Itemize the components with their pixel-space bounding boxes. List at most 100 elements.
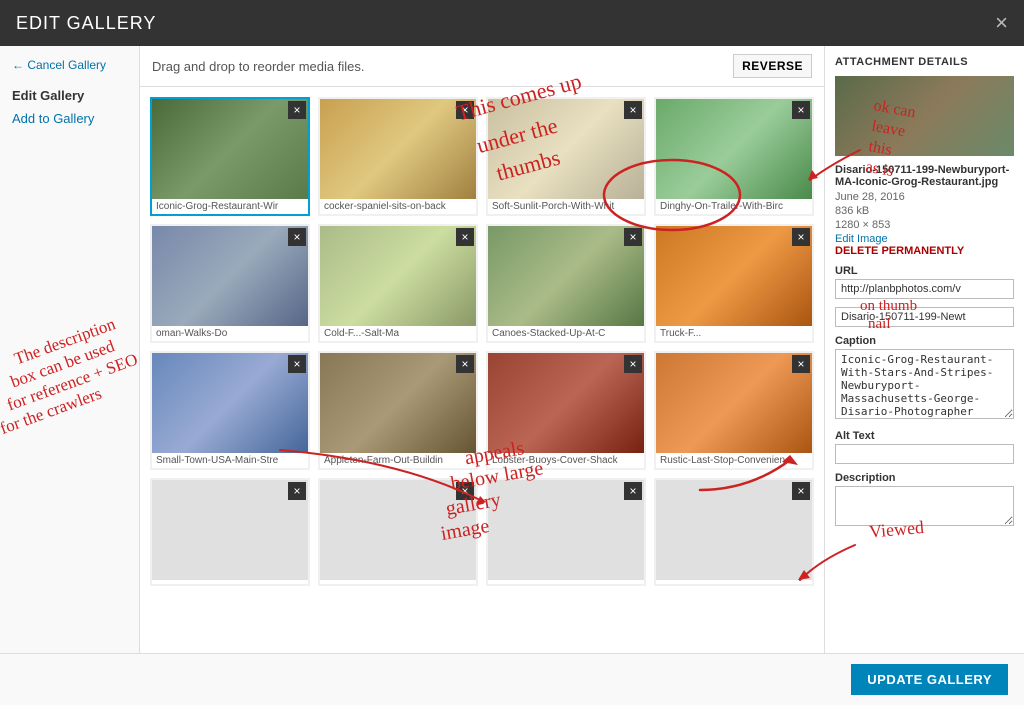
reverse-button[interactable]: REVERSE — [733, 54, 812, 78]
gallery-item-remove-button[interactable]: × — [456, 101, 474, 119]
gallery-item-label: Small-Town-USA-Main-Stre — [152, 453, 308, 468]
gallery-item-remove-button[interactable]: × — [288, 228, 306, 246]
gallery-item-remove-button[interactable]: × — [456, 228, 474, 246]
filename-input[interactable] — [835, 307, 1014, 327]
gallery-item-label: Lobster-Buoys-Cover-Shack — [488, 453, 644, 468]
modal-header: Edit Gallery × — [0, 0, 1024, 46]
delete-permanently-link[interactable]: DELETE PERMANENTLY — [835, 245, 1014, 257]
gallery-item-remove-button[interactable]: × — [792, 482, 810, 500]
gallery-item-remove-button[interactable]: × — [624, 228, 642, 246]
gallery-item-thumbnail — [656, 226, 812, 326]
alt-text-field: Alt Text — [835, 430, 1014, 464]
gallery-item[interactable]: × Iconic-Grog-Restaurant-Wir — [150, 97, 310, 216]
gallery-item[interactable]: × Rustic-Last-Stop-Convenien — [654, 351, 814, 470]
attachment-filesize: 836 kB — [835, 205, 1014, 217]
main-content: Drag and drop to reorder media files. RE… — [140, 46, 824, 653]
gallery-item-remove-button[interactable]: × — [624, 482, 642, 500]
caption-textarea[interactable]: Iconic-Grog-Restaurant-With-Stars-And-St… — [835, 349, 1014, 419]
gallery-item-thumbnail — [488, 353, 644, 453]
modal-overlay: Edit Gallery × ← Cancel Gallery Edit Gal… — [0, 0, 1024, 705]
caption-label: Caption — [835, 335, 1014, 347]
gallery-item-label: Iconic-Grog-Restaurant-Wir — [152, 199, 308, 214]
attachment-thumbnail — [835, 76, 1014, 156]
caption-field: Caption Iconic-Grog-Restaurant-With-Star… — [835, 335, 1014, 422]
gallery-item-thumbnail — [320, 226, 476, 326]
gallery-item[interactable]: × Cold-F...-Salt-Ma — [318, 224, 478, 343]
gallery-item-label: Dinghy-On-Trailer-With-Birc — [656, 199, 812, 214]
description-label: Description — [835, 472, 1014, 484]
cancel-gallery-link[interactable]: ← Cancel Gallery — [12, 58, 127, 72]
gallery-grid: × Iconic-Grog-Restaurant-Wir × cocker-spani… — [140, 87, 824, 653]
attachment-dimensions: 1280 × 853 — [835, 219, 1014, 231]
gallery-item[interactable]: × — [486, 478, 646, 586]
modal-body: ← Cancel Gallery Edit Gallery Add to Gal… — [0, 46, 1024, 653]
attachment-details-title: Attachment Details — [835, 56, 1014, 68]
filename-field — [835, 307, 1014, 327]
gallery-item-remove-button[interactable]: × — [456, 355, 474, 373]
gallery-item-thumbnail — [488, 226, 644, 326]
gallery-item-remove-button[interactable]: × — [456, 482, 474, 500]
url-label: URL — [835, 265, 1014, 277]
gallery-item-thumbnail — [320, 480, 476, 580]
gallery-item[interactable]: × cocker-spaniel-sits-on-back — [318, 97, 478, 216]
gallery-item-label — [152, 580, 308, 584]
modal-close-button[interactable]: × — [995, 12, 1008, 34]
gallery-item-thumbnail — [152, 99, 308, 199]
gallery-item-thumbnail — [488, 480, 644, 580]
attachment-filename: Disario-150711-199-Newburyport-MA-Iconic… — [835, 164, 1014, 188]
gallery-item-thumbnail — [152, 353, 308, 453]
gallery-item-remove-button[interactable]: × — [288, 355, 306, 373]
description-textarea[interactable] — [835, 486, 1014, 526]
sidebar: ← Cancel Gallery Edit Gallery Add to Gal… — [0, 46, 140, 653]
gallery-item-remove-button[interactable]: × — [624, 101, 642, 119]
gallery-item-remove-button[interactable]: × — [624, 355, 642, 373]
gallery-item-thumbnail — [488, 99, 644, 199]
modal-footer: UPDATE GALLERY — [0, 653, 1024, 705]
gallery-item-label — [656, 580, 812, 584]
sidebar-item-edit-gallery[interactable]: Edit Gallery — [12, 88, 127, 103]
gallery-item-remove-button[interactable]: × — [288, 101, 306, 119]
drag-instruction: Drag and drop to reorder media files. — [152, 59, 364, 74]
gallery-item-thumbnail — [320, 99, 476, 199]
gallery-item-thumbnail — [656, 353, 812, 453]
gallery-item-label — [488, 580, 644, 584]
description-field: Description — [835, 472, 1014, 529]
gallery-item[interactable]: × — [654, 478, 814, 586]
gallery-item-label: Soft-Sunlit-Porch-With-Whit — [488, 199, 644, 214]
url-input[interactable] — [835, 279, 1014, 299]
gallery-item-label: Cold-F...-Salt-Ma — [320, 326, 476, 341]
gallery-item-remove-button[interactable]: × — [792, 101, 810, 119]
alt-text-label: Alt Text — [835, 430, 1014, 442]
gallery-item-label: Appleton-Farm-Out-Buildin — [320, 453, 476, 468]
edit-gallery-modal: Edit Gallery × ← Cancel Gallery Edit Gal… — [0, 0, 1024, 705]
gallery-item[interactable]: × Lobster-Buoys-Cover-Shack — [486, 351, 646, 470]
gallery-item-label: Rustic-Last-Stop-Convenien — [656, 453, 812, 468]
gallery-item-thumbnail — [152, 480, 308, 580]
sidebar-item-add-to-gallery[interactable]: Add to Gallery — [12, 111, 127, 126]
gallery-item[interactable]: × — [150, 478, 310, 586]
attachment-date: June 28, 2016 — [835, 191, 1014, 203]
gallery-item-remove-button[interactable]: × — [288, 482, 306, 500]
update-gallery-button[interactable]: UPDATE GALLERY — [851, 664, 1008, 695]
gallery-item[interactable]: × Soft-Sunlit-Porch-With-Whit — [486, 97, 646, 216]
gallery-item-thumbnail — [656, 99, 812, 199]
gallery-item-thumbnail — [152, 226, 308, 326]
edit-image-link[interactable]: Edit Image — [835, 233, 1014, 245]
modal-title: Edit Gallery — [16, 13, 156, 34]
gallery-item-label: cocker-spaniel-sits-on-back — [320, 199, 476, 214]
gallery-item[interactable]: × Truck-F... — [654, 224, 814, 343]
gallery-item-thumbnail — [656, 480, 812, 580]
gallery-item-remove-button[interactable]: × — [792, 355, 810, 373]
gallery-item-label: Canoes-Stacked-Up-At-C — [488, 326, 644, 341]
gallery-item[interactable]: ×oman-Walks-Do — [150, 224, 310, 343]
gallery-item[interactable]: × Small-Town-USA-Main-Stre — [150, 351, 310, 470]
gallery-item[interactable]: × Dinghy-On-Trailer-With-Birc — [654, 97, 814, 216]
alt-text-input[interactable] — [835, 444, 1014, 464]
gallery-item[interactable]: × Canoes-Stacked-Up-At-C — [486, 224, 646, 343]
gallery-item[interactable]: × — [318, 478, 478, 586]
gallery-item-thumbnail — [320, 353, 476, 453]
attachment-panel: Attachment Details Disario-150711-199-Ne… — [824, 46, 1024, 653]
gallery-item-remove-button[interactable]: × — [792, 228, 810, 246]
gallery-item[interactable]: × Appleton-Farm-Out-Buildin — [318, 351, 478, 470]
gallery-item-label: Truck-F... — [656, 326, 812, 341]
